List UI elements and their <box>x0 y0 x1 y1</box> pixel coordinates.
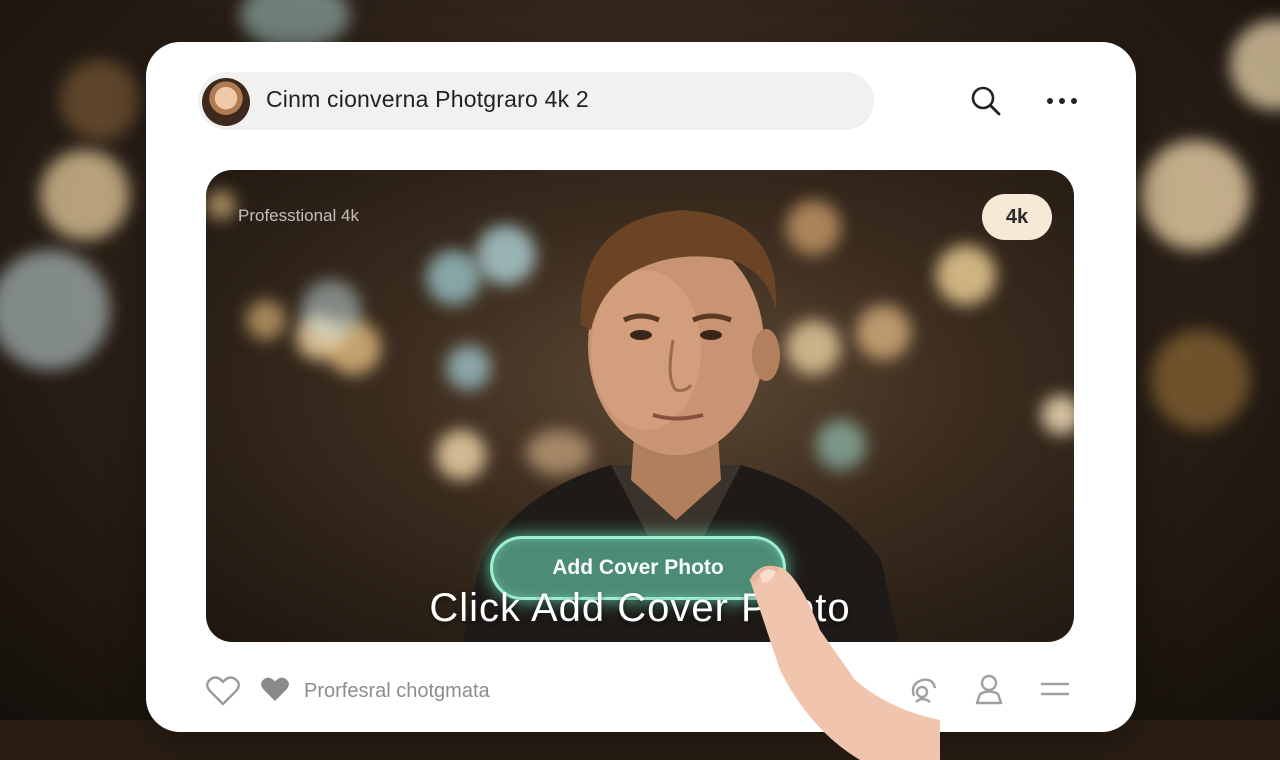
post-footer: Prorfesral chotgmata <box>200 670 1080 710</box>
more-options-button[interactable] <box>1040 79 1084 123</box>
pointing-finger <box>749 565 940 760</box>
bokeh-light <box>1150 330 1250 430</box>
like-button[interactable] <box>206 676 240 711</box>
bokeh-light <box>1140 140 1250 250</box>
heart-outline-icon <box>206 676 240 706</box>
favorite-button[interactable] <box>260 676 290 708</box>
bokeh-light <box>206 190 236 220</box>
footer-caption: Prorfesral chotgmata <box>304 680 490 702</box>
avatar[interactable] <box>202 78 250 126</box>
bokeh-light <box>246 300 286 340</box>
bokeh-light <box>1230 20 1280 110</box>
user-icon <box>975 674 1003 705</box>
photo-quality-label: Professtional 4k <box>238 206 359 225</box>
search-button[interactable] <box>964 79 1008 123</box>
bokeh-light <box>40 150 130 240</box>
menu-button[interactable] <box>1038 672 1072 711</box>
bokeh-light <box>0 250 110 370</box>
bokeh-light <box>60 60 140 140</box>
post-title: Cinm cionverna Photgraro 4k 2 <box>266 86 589 112</box>
search-icon <box>971 86 1001 116</box>
bokeh-light <box>301 280 361 340</box>
cover-photo: Professtional 4k 4k Add Cover Photo <box>206 170 1074 642</box>
bokeh-light <box>936 245 996 305</box>
bokeh-light <box>1041 395 1074 435</box>
profile-button[interactable] <box>972 672 1006 711</box>
heart-filled-icon <box>261 677 289 701</box>
resolution-badge: 4k <box>982 194 1052 240</box>
more-horizontal-icon <box>1047 98 1077 104</box>
instruction-caption: Click Add Cover Photo <box>429 586 851 630</box>
menu-icon <box>1040 682 1070 696</box>
